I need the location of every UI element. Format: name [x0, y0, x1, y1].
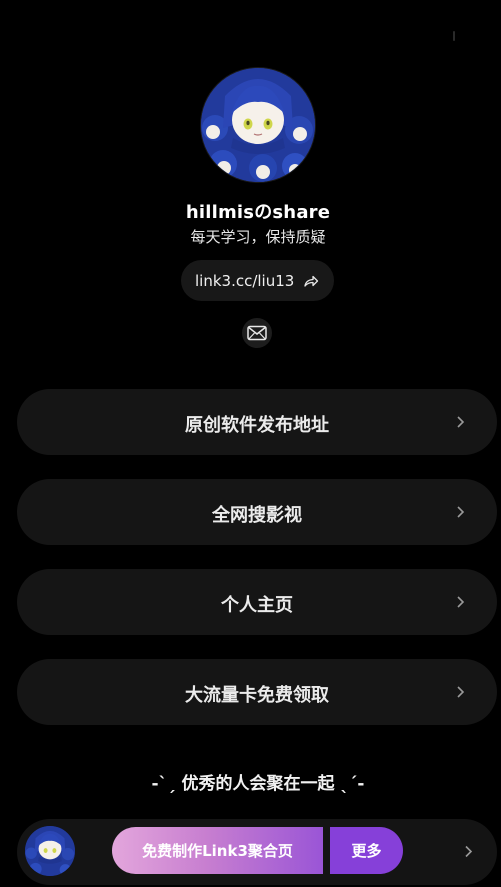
profile-name: hillmisのshare: [185, 202, 331, 223]
link-card-movies[interactable]: 全网搜影视: [17, 479, 497, 545]
mail-icon: [247, 325, 267, 341]
chevron-right-icon: [454, 684, 466, 700]
link-card-data-plan[interactable]: 大流量卡免费领取: [17, 659, 497, 725]
profile-avatar: [201, 68, 315, 182]
link-card-label: 个人主页: [221, 595, 293, 616]
chevron-right-icon: [454, 504, 466, 520]
chevron-right-icon[interactable]: [463, 844, 474, 859]
profile-bio: 每天学习，保持质疑: [190, 228, 326, 246]
link-card-label: 大流量卡免费领取: [185, 685, 329, 706]
link-card-label: 原创软件发布地址: [185, 415, 329, 436]
link-card-homepage[interactable]: 个人主页: [17, 569, 497, 635]
footer-avatar: [25, 826, 75, 876]
profile-link-button[interactable]: link3.cc/liu13: [181, 260, 334, 301]
link-card-software[interactable]: 原创软件发布地址: [17, 389, 497, 455]
chevron-right-icon: [454, 594, 466, 610]
share-arrow-icon: [303, 273, 319, 289]
profile-link-text: link3.cc/liu13: [195, 271, 295, 290]
slogan-text: -ˋˏ 优秀的人会聚在一起 ˎˊ-: [151, 774, 365, 794]
email-contact-button[interactable]: [242, 318, 272, 348]
chevron-right-icon: [454, 414, 466, 430]
more-button[interactable]: 更多: [330, 827, 403, 874]
link-card-label: 全网搜影视: [212, 505, 302, 526]
create-link3-page-button[interactable]: 免费制作Link3聚合页: [112, 827, 323, 874]
status-indicator: [453, 31, 455, 41]
